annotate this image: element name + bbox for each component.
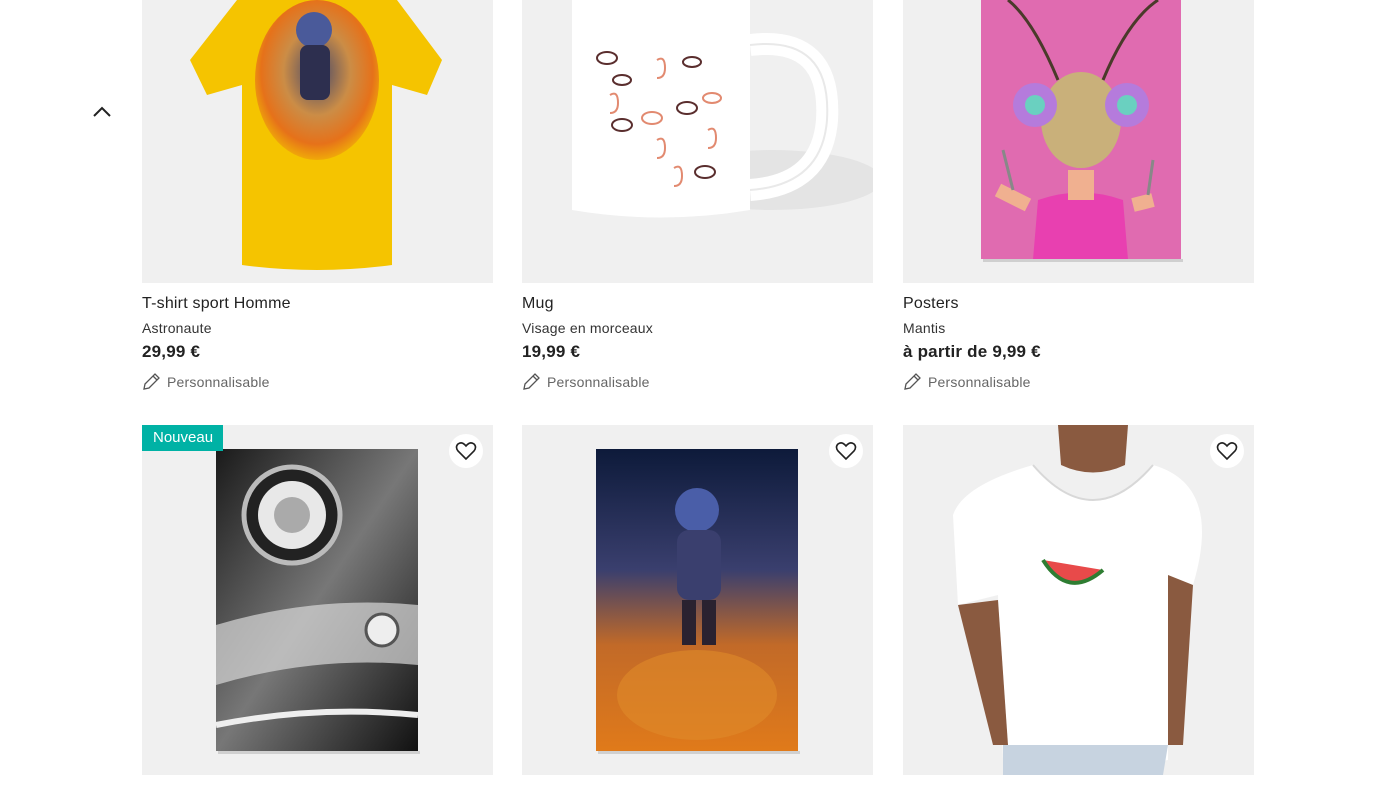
- customizable-text: Personnalisable: [167, 373, 270, 390]
- product-card[interactable]: Mug Visage en morceaux 19,99 € Personnal…: [522, 0, 873, 391]
- product-card[interactable]: Nouveau: [142, 425, 493, 775]
- pencil-icon: [904, 373, 921, 390]
- product-price: 29,99 €: [142, 342, 201, 361]
- product-name[interactable]: Posters: [903, 295, 1254, 313]
- customizable-label: Personnalisable: [903, 372, 1254, 391]
- heart-icon: [835, 442, 857, 461]
- product-image[interactable]: [142, 0, 493, 283]
- scroll-to-top-button[interactable]: [88, 97, 116, 125]
- favorite-button[interactable]: [449, 434, 483, 468]
- product-name[interactable]: T-shirt sport Homme: [142, 295, 493, 313]
- product-card[interactable]: Posters Mantis à partir de 9,99 € Person…: [903, 0, 1254, 391]
- product-price: 19,99 €: [522, 342, 581, 361]
- design-name[interactable]: Visage en morceaux: [522, 320, 873, 336]
- new-badge: Nouveau: [142, 425, 224, 451]
- chevron-up-icon: [93, 106, 111, 117]
- product-image[interactable]: Nouveau: [142, 425, 493, 775]
- product-image[interactable]: [903, 0, 1254, 283]
- heart-icon: [1216, 442, 1238, 461]
- product-listing-page: T-shirt sport Homme Astronaute 29,99 € P…: [0, 0, 1395, 786]
- pencil-icon: [143, 373, 160, 390]
- product-image[interactable]: [522, 0, 873, 283]
- pencil-icon: [523, 373, 540, 390]
- product-card[interactable]: [903, 425, 1254, 775]
- heart-icon: [455, 442, 477, 461]
- product-image[interactable]: [522, 425, 873, 775]
- customizable-text: Personnalisable: [547, 373, 650, 390]
- customizable-label: Personnalisable: [142, 372, 493, 391]
- favorite-button[interactable]: [1210, 434, 1244, 468]
- product-card[interactable]: T-shirt sport Homme Astronaute 29,99 € P…: [142, 0, 493, 391]
- design-name[interactable]: Astronaute: [142, 320, 493, 336]
- customizable-text: Personnalisable: [928, 373, 1031, 390]
- product-price: à partir de 9,99 €: [903, 342, 1041, 361]
- product-name[interactable]: Mug: [522, 295, 873, 313]
- product-card[interactable]: [522, 425, 873, 775]
- customizable-label: Personnalisable: [522, 372, 873, 391]
- design-name[interactable]: Mantis: [903, 320, 1254, 336]
- favorite-button[interactable]: [829, 434, 863, 468]
- product-image[interactable]: [903, 425, 1254, 775]
